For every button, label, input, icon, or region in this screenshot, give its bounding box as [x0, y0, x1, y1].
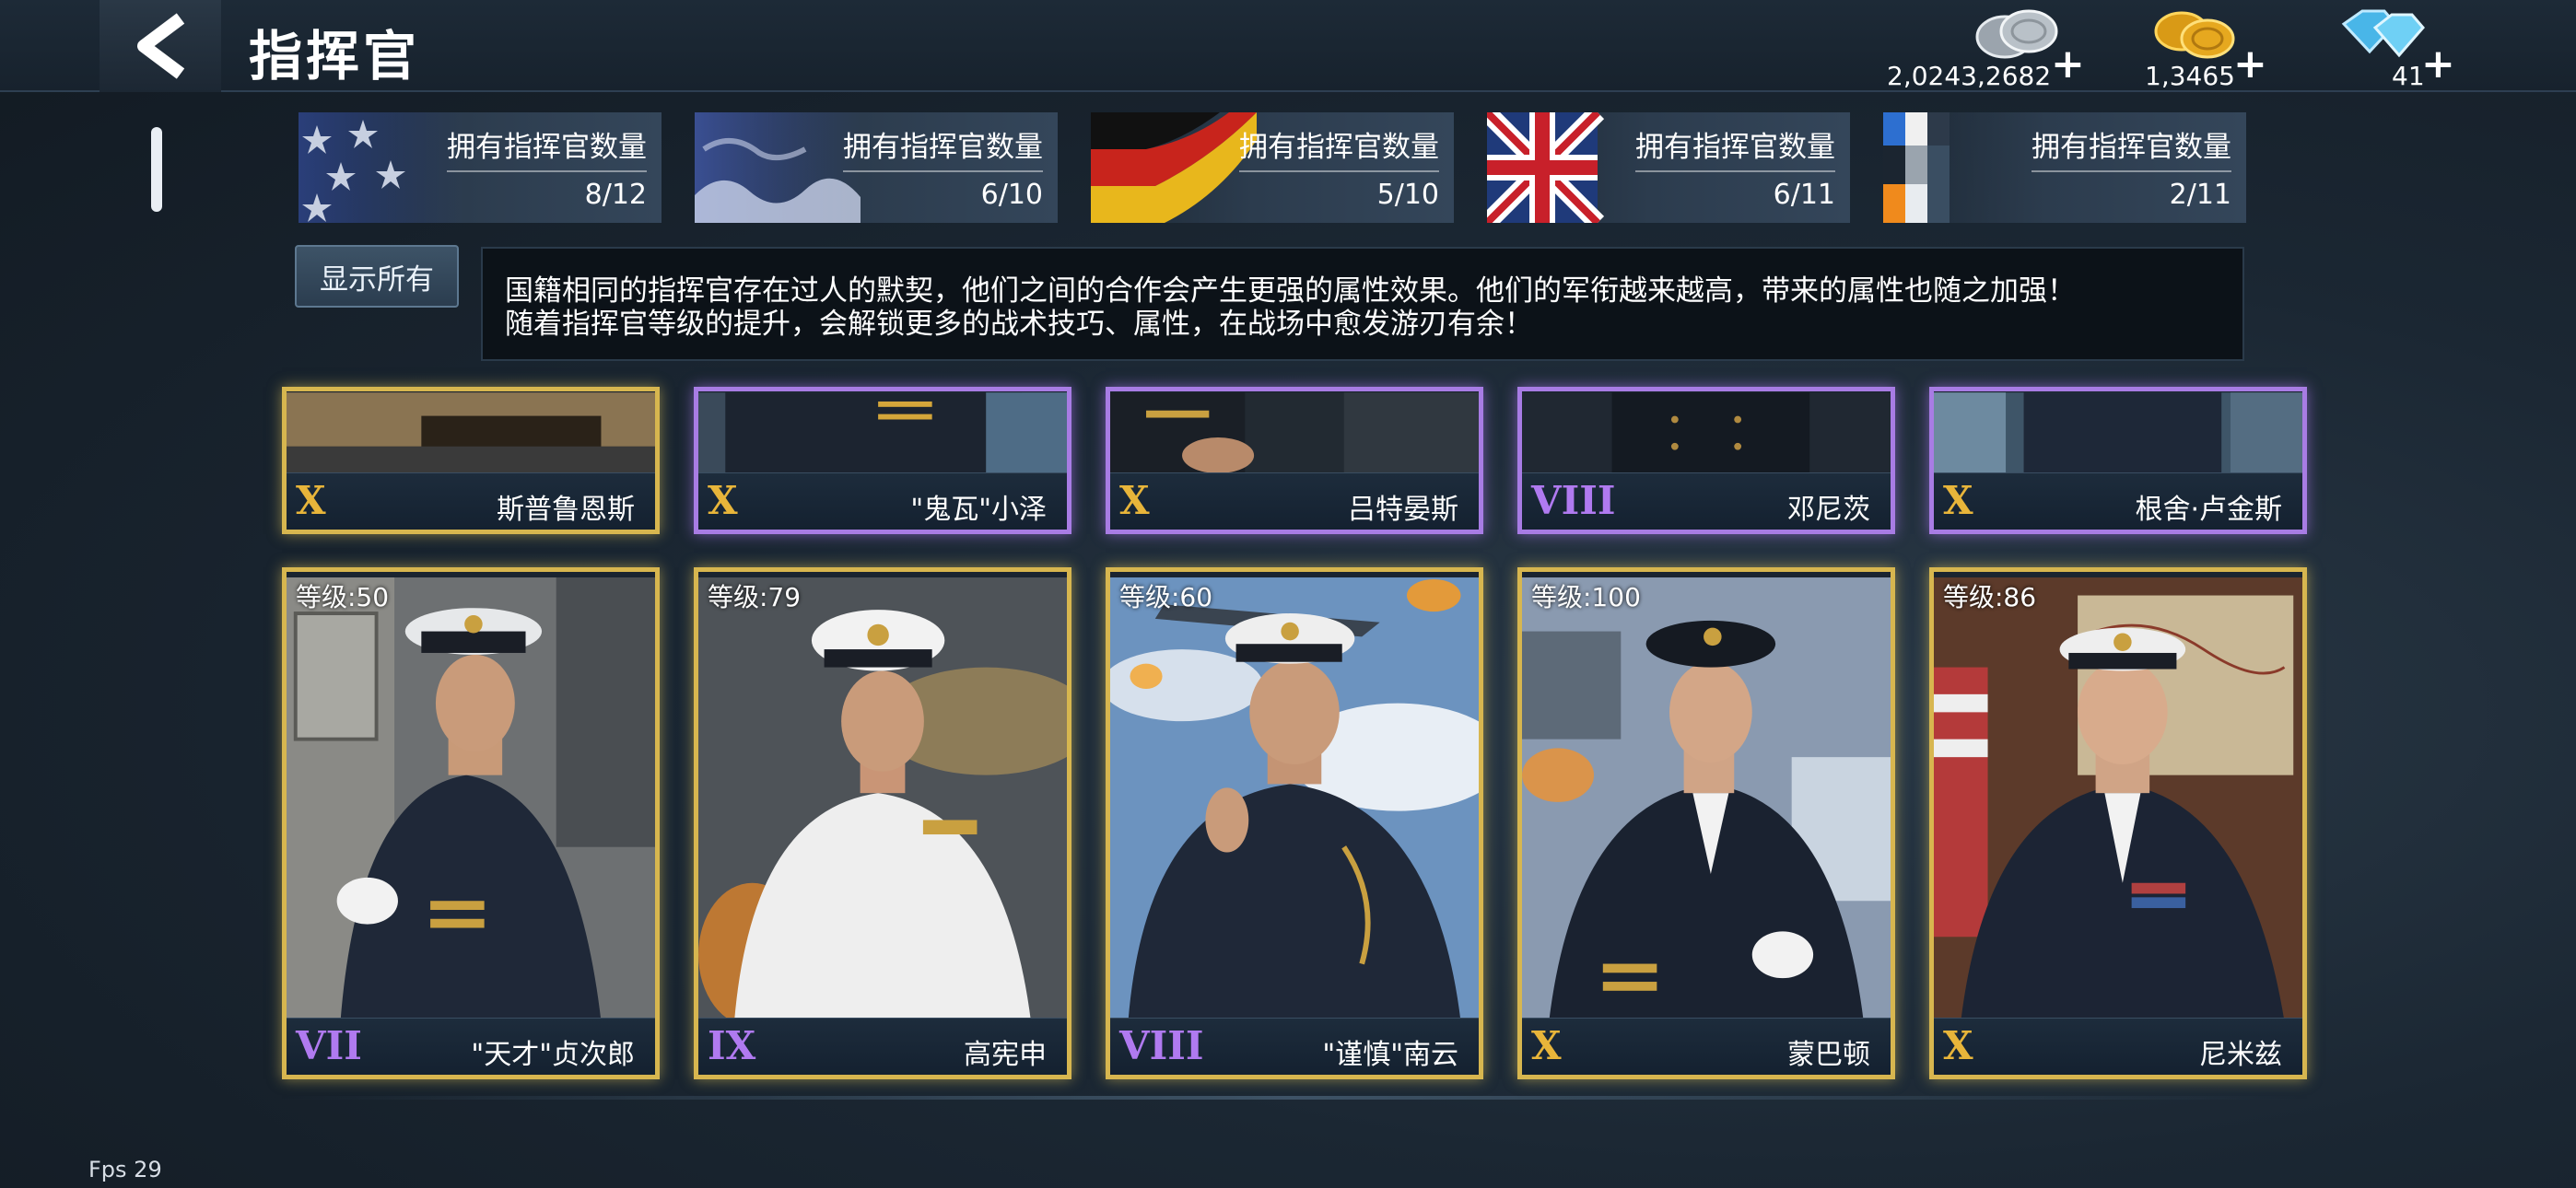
commander-card[interactable]: X 根舍·卢金斯: [1929, 387, 2307, 534]
diamond-currency[interactable]: 41 +: [2331, 4, 2515, 92]
rank-badge: X: [1119, 478, 1150, 523]
commander-portrait: [1934, 392, 2302, 483]
commander-card[interactable]: 等级:60 VIII "谨慎"南云: [1106, 567, 1483, 1079]
card-name-bar: X 吕特晏斯: [1110, 472, 1479, 530]
commander-name: "天才"贞次郎: [471, 1039, 635, 1071]
commander-name: 尼米兹: [2199, 1039, 2282, 1071]
commander-name: 高宪申: [964, 1039, 1047, 1071]
rank-badge: X: [296, 478, 326, 523]
nation-tab-usa[interactable]: 拥有指挥官数量 8/12: [299, 112, 662, 223]
commander-card[interactable]: VIII 邓尼茨: [1517, 387, 1895, 534]
commander-level: 等级:100: [1531, 582, 1641, 612]
usa-flag-icon: [299, 112, 464, 223]
rank-badge: X: [1531, 1023, 1562, 1068]
gold-amount: 1,3465: [2145, 61, 2235, 91]
owned-count-label: 拥有指挥官数量: [2032, 123, 2231, 172]
commander-name: 吕特晏斯: [1348, 494, 1458, 526]
card-name-bar: X 尼米兹: [1934, 1018, 2302, 1075]
uk-flag-icon: [1487, 112, 1605, 223]
commander-portrait: [1522, 392, 1891, 483]
owned-count-label: 拥有指挥官数量: [1239, 123, 1439, 172]
owned-count-label: 拥有指挥官数量: [1635, 123, 1835, 172]
commander-card[interactable]: 等级:79 IX 高宪申: [694, 567, 1071, 1079]
germany-flag-icon: [1091, 112, 1257, 223]
commander-name: 蒙巴顿: [1787, 1039, 1870, 1071]
commander-name: 邓尼茨: [1787, 494, 1870, 526]
side-panel-handle[interactable]: [151, 127, 162, 212]
commander-portrait: [1110, 392, 1479, 483]
nation-tab-other[interactable]: 拥有指挥官数量 2/11: [1883, 112, 2246, 223]
commander-portrait: [1934, 577, 2302, 1021]
silver-amount: 2,0243,2682: [1887, 61, 2052, 91]
commander-level: 等级:79: [708, 582, 802, 612]
commander-card[interactable]: X 斯普鲁恩斯: [282, 387, 660, 534]
owned-count-label: 拥有指挥官数量: [447, 123, 647, 172]
card-name-bar: VIII "谨慎"南云: [1110, 1018, 1479, 1075]
commander-name: 斯普鲁恩斯: [497, 494, 635, 526]
show-all-button[interactable]: 显示所有: [295, 245, 459, 308]
commander-card[interactable]: 等级:100 X 蒙巴顿: [1517, 567, 1895, 1079]
rank-badge: IX: [708, 1023, 756, 1068]
rank-badge: X: [1943, 1023, 1973, 1068]
page-title: 指挥官: [249, 25, 421, 87]
commander-portrait: [1522, 577, 1891, 1021]
nation-tab-uk[interactable]: 拥有指挥官数量 6/11: [1487, 112, 1850, 223]
nation-bonus-info: 国籍相同的指挥官存在过人的默契，他们之间的合作会产生更强的属性效果。他们的军衔越…: [481, 247, 2244, 361]
nation-tab-japan[interactable]: 拥有指挥官数量 6/10: [695, 112, 1058, 223]
top-bar: 指挥官 2,0243,2682 + 1,3465 + 41 +: [0, 0, 2576, 92]
commander-level: 等级:50: [296, 582, 390, 612]
commander-portrait: [287, 392, 655, 483]
card-name-bar: X "鬼瓦"小泽: [698, 472, 1067, 530]
commander-portrait: [287, 577, 655, 1021]
commander-portrait: [698, 392, 1067, 483]
rank-badge: VIII: [1119, 1023, 1204, 1068]
rank-badge: VIII: [1531, 478, 1616, 523]
commander-card[interactable]: 等级:86 X 尼米兹: [1929, 567, 2307, 1079]
card-name-bar: X 斯普鲁恩斯: [287, 472, 655, 530]
fps-counter: Fps 29: [88, 1157, 162, 1182]
card-name-bar: VII "天才"贞次郎: [287, 1018, 655, 1075]
commander-portrait: [1110, 577, 1479, 1021]
owned-count-value: 6/10: [980, 179, 1043, 211]
commander-name: 根舍·卢金斯: [2135, 494, 2282, 526]
nation-tab-germany[interactable]: 拥有指挥官数量 5/10: [1091, 112, 1454, 223]
info-line-1: 国籍相同的指挥官存在过人的默契，他们之间的合作会产生更强的属性效果。他们的军衔越…: [505, 274, 2076, 308]
owned-count-value: 6/11: [1773, 179, 1835, 211]
back-button[interactable]: [100, 0, 221, 92]
commander-level: 等级:60: [1119, 582, 1213, 612]
card-name-bar: VIII 邓尼茨: [1522, 472, 1891, 530]
back-arrow-icon: [137, 13, 185, 79]
gold-currency[interactable]: 1,3465 +: [2137, 4, 2322, 92]
owned-count-value: 5/10: [1376, 179, 1439, 211]
owned-count-value: 2/11: [2169, 179, 2231, 211]
card-name-bar: IX 高宪申: [698, 1018, 1067, 1075]
list-bottom-divider: [276, 1096, 2303, 1100]
japan-flag-icon: [695, 112, 861, 223]
silver-currency[interactable]: 2,0243,2682 +: [1879, 4, 2085, 92]
owned-count-label: 拥有指挥官数量: [843, 123, 1043, 172]
add-gold-button[interactable]: +: [2233, 41, 2267, 87]
card-name-bar: X 蒙巴顿: [1522, 1018, 1891, 1075]
diamond-amount: 41: [2392, 61, 2425, 91]
rank-badge: VII: [296, 1023, 362, 1068]
owned-count-value: 8/12: [584, 179, 647, 211]
info-line-2: 随着指挥官等级的提升，会解锁更多的战术技巧、属性，在战场中愈发游刃有余！: [505, 308, 1533, 341]
other-flag-icon: [1883, 112, 1950, 223]
rank-badge: X: [708, 478, 738, 523]
add-diamond-button[interactable]: +: [2421, 41, 2455, 87]
rank-badge: X: [1943, 478, 1973, 523]
commander-name: "谨慎"南云: [1322, 1039, 1458, 1071]
commander-card[interactable]: X 吕特晏斯: [1106, 387, 1483, 534]
add-silver-button[interactable]: +: [2051, 41, 2085, 87]
commander-level: 等级:86: [1943, 582, 2037, 612]
commander-card[interactable]: X "鬼瓦"小泽: [694, 387, 1071, 534]
commander-portrait: [698, 577, 1067, 1027]
commander-name: "鬼瓦"小泽: [910, 494, 1047, 526]
card-name-bar: X 根舍·卢金斯: [1934, 472, 2302, 530]
commander-card[interactable]: 等级:50 VII "天才"贞次郎: [282, 567, 660, 1079]
